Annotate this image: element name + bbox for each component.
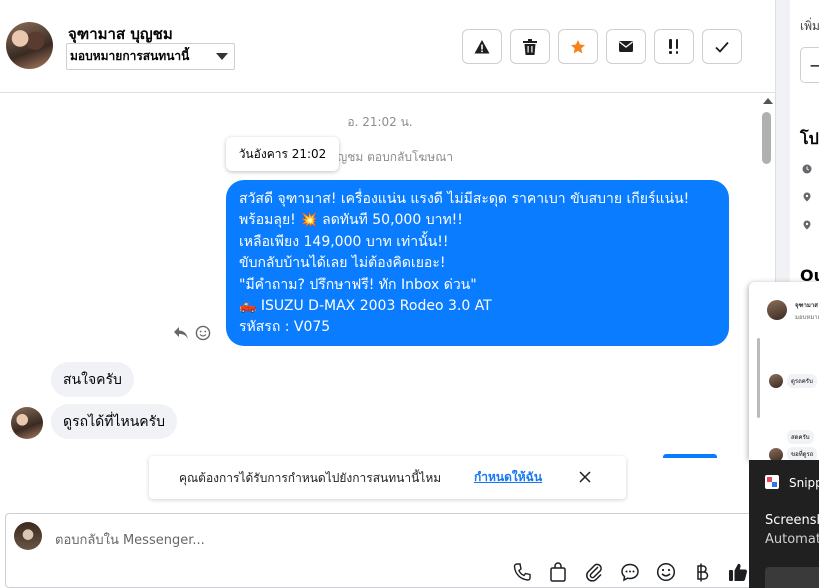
shopping-bag-icon[interactable] [547, 561, 569, 583]
list-item: ขอที่ดูรถ [787, 447, 818, 460]
star-button[interactable] [558, 29, 598, 64]
scrollbar-thumb [757, 338, 760, 418]
message-line: สวัสดี จุฑามาส! เครื่องแน่น แรงดี ไม่มีส… [239, 191, 690, 207]
avatar [769, 374, 783, 388]
reply-input[interactable]: ตอบกลับใน Messenger... [55, 529, 205, 550]
warning-icon [474, 39, 490, 53]
message-timestamp: อ. 21:02 น. [347, 115, 413, 129]
timestamp-tooltip: วันอังคาร 21:02 [226, 137, 339, 171]
thumbnail-sub: มอบหมาย [795, 314, 819, 321]
outgoing-message-bubble[interactable]: สวัสดี จุฑามาส! เครื่องแน่น แรงดี ไม่มีส… [226, 180, 729, 346]
toast-title: Screensh [765, 513, 819, 528]
incoming-message-bubble[interactable]: สนใจครับ [51, 362, 134, 397]
baht-icon[interactable] [691, 561, 713, 583]
mark-unread-button[interactable] [606, 29, 646, 64]
reply-icon[interactable] [173, 326, 189, 340]
star-icon [571, 39, 585, 53]
conversation-header: จุฑามาส บุญชม มอบหมายการสนทนานี้ [0, 0, 775, 93]
message-line: 🛻 ISUZU D-MAX 2003 Rodeo 3.0 AT [239, 298, 492, 315]
replied-to-ad-note: ญชม ตอบกลับโฆษณา [337, 150, 454, 164]
saved-replies-icon[interactable] [619, 561, 641, 583]
list-item: ดูรถครับ [787, 374, 817, 388]
clock-icon [802, 164, 812, 174]
envelope-icon [619, 40, 633, 52]
toast-app-name: Snipp [789, 476, 819, 490]
follow-up-button[interactable] [654, 29, 694, 64]
page-avatar [14, 522, 42, 550]
trash-icon [523, 38, 537, 55]
inbox-conversation-view: จุฑามาส บุญชม มอบหมายการสนทนานี้ อ. 21:0… [0, 0, 819, 588]
phone-icon[interactable] [511, 561, 533, 583]
attachment-icon[interactable] [583, 561, 605, 583]
delete-button[interactable] [510, 29, 550, 64]
snipping-tool-notification[interactable]: Snipp Screensh Automat [749, 460, 819, 588]
check-icon [715, 41, 729, 53]
profile-heading: โป [800, 129, 819, 148]
chevron-down-icon [216, 53, 228, 60]
assign-conversation-dropdown[interactable]: มอบหมายการสนทนานี้ [66, 43, 235, 70]
follow-up-icon [669, 38, 678, 54]
assign-banner-text: คุณต้องการได้รับการกำหนดไปยังการสนทนานี้… [179, 471, 442, 485]
contact-avatar-small[interactable] [11, 407, 43, 439]
scrollbar-thumb[interactable] [762, 112, 771, 164]
message-line: พร้อมลุย! 💥 ลดทันที 50,000 บาท!! [239, 212, 463, 229]
message-line: รหัสรถ : V075 [239, 319, 331, 336]
message-actions [173, 325, 211, 341]
close-icon[interactable] [577, 469, 593, 485]
assign-to-me-link[interactable]: กำหนดให้ฉัน [474, 468, 542, 487]
avatar [767, 300, 787, 320]
scroll-up-arrow-icon[interactable] [763, 98, 773, 104]
location-pin-icon [803, 192, 811, 202]
add-label-button[interactable]: − [800, 47, 819, 83]
thumbs-up-icon[interactable] [727, 561, 749, 583]
mark-done-button[interactable] [702, 29, 742, 64]
toast-action-button[interactable] [765, 567, 819, 588]
plus-icon: − [809, 56, 819, 75]
react-emoji-icon[interactable] [195, 325, 211, 341]
thumbnail-name: จุฑามาส [795, 302, 818, 309]
avatar [769, 448, 783, 460]
location-pin-icon [803, 220, 811, 230]
add-label-text: เพิ่ม [800, 19, 819, 33]
list-item: สดครับ [787, 430, 814, 444]
screenshot-preview-thumbnail[interactable]: จุฑามาส มอบหมาย ดูรถครับ สดครับ ขอที่ดูร… [749, 282, 819, 460]
assign-to-me-banner: คุณต้องการได้รับการกำหนดไปยังการสนทนานี้… [149, 456, 626, 499]
outgoing-message-bubble-partial [663, 454, 717, 458]
message-line: "มีคำถาม? ปรึกษาฟรี! ทัก Inbox ด่วน" [239, 276, 477, 293]
composer-toolbar [511, 561, 749, 583]
message-line: ขับกลับบ้านได้เลย ไม่ต้องคิดเยอะ! [239, 255, 446, 272]
snipping-tool-icon [765, 475, 779, 489]
emoji-icon[interactable] [655, 561, 677, 583]
message-line: เหลือเพียง 149,000 บาท เท่านั้น!! [239, 233, 449, 250]
reply-composer[interactable]: ตอบกลับใน Messenger... [5, 513, 775, 588]
report-spam-button[interactable] [462, 29, 502, 64]
contact-avatar[interactable] [6, 22, 53, 69]
assign-dropdown-label: มอบหมายการสนทนานี้ [70, 49, 190, 63]
incoming-message-bubble[interactable]: ดูรถได้ที่ไหนครับ [51, 404, 178, 439]
toast-subtitle: Automat [765, 532, 819, 547]
